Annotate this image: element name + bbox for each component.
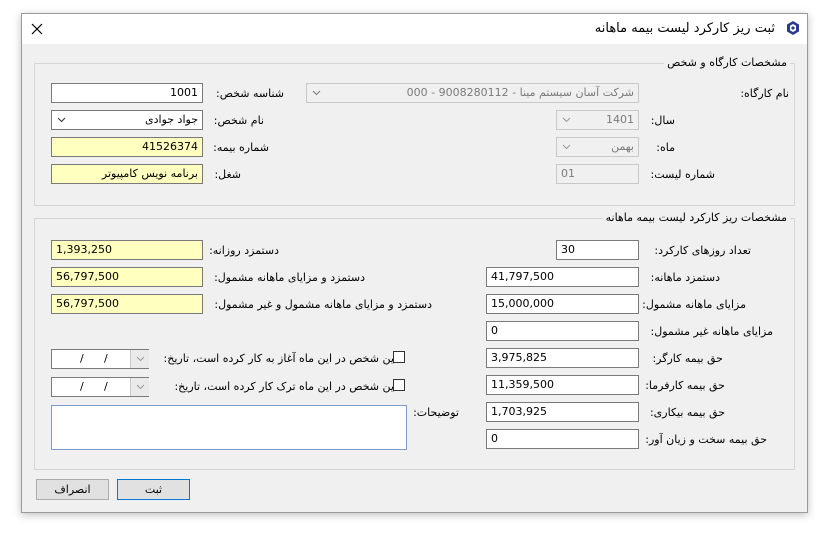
workshop-person-legend: مشخصات کارگاه و شخص xyxy=(664,56,790,69)
submit-button[interactable]: ثبت xyxy=(117,479,190,500)
end-date-picker[interactable]: / / xyxy=(51,377,149,397)
employer-share-label: حق بیمه کارفرما: xyxy=(645,379,725,392)
year-dropdown-arrow[interactable] xyxy=(557,111,575,129)
chevron-down-icon xyxy=(136,384,144,390)
wage-all-field[interactable]: 56,797,500 xyxy=(51,294,203,314)
workshop-name-label: نام کارگاه: xyxy=(740,87,789,100)
list-number-label: شماره لیست: xyxy=(650,168,716,181)
year-label: سال: xyxy=(650,114,675,127)
dialog-window: ثبت ریز کارکرد لیست بیمه ماهانه مشخصات ک… xyxy=(21,13,808,513)
chevron-down-icon xyxy=(136,356,144,362)
month-select[interactable]: بهمن xyxy=(556,137,639,157)
start-check-label: این شخص در این ماه آغاز به کار کرده است،… xyxy=(163,352,397,365)
window-title: ثبت ریز کارکرد لیست بیمه ماهانه xyxy=(594,21,775,36)
start-date-dropdown[interactable] xyxy=(130,350,149,368)
title-bar: ثبت ریز کارکرد لیست بیمه ماهانه xyxy=(22,14,807,44)
employer-share-field[interactable]: 11,359,500 xyxy=(486,375,639,395)
wage-all-label: دستمزد و مزایای ماهانه مشمول و غیر مشمول… xyxy=(214,298,432,311)
covered-benefits-label: مزایای ماهانه مشمول: xyxy=(642,298,746,311)
notes-textarea[interactable] xyxy=(51,405,407,450)
end-work-checkbox[interactable] xyxy=(393,379,405,391)
list-number-field[interactable]: 01 xyxy=(556,164,639,184)
insurance-number-field[interactable]: 41526374 xyxy=(51,137,203,157)
insurance-number-label: شماره بیمه: xyxy=(213,141,269,154)
person-name-label: نام شخص: xyxy=(213,114,264,127)
start-work-checkbox[interactable] xyxy=(393,351,405,363)
daily-wage-label: دستمزد روزانه: xyxy=(209,244,279,257)
person-dropdown-arrow[interactable] xyxy=(52,111,70,129)
covered-benefits-field[interactable]: 15,000,000 xyxy=(486,294,639,314)
unemployment-label: حق بیمه بیکاری: xyxy=(649,406,725,419)
work-days-field[interactable]: 30 xyxy=(556,240,639,260)
noncovered-benefits-field[interactable]: 0 xyxy=(486,321,639,341)
person-name-select[interactable]: جواد جوادی xyxy=(51,110,203,130)
month-dropdown-arrow[interactable] xyxy=(557,138,575,156)
close-button[interactable] xyxy=(22,14,52,44)
end-date-slash-1: / xyxy=(80,380,84,393)
end-date-dropdown[interactable] xyxy=(130,378,149,396)
details-legend: مشخصات ریز کارکرد لیست بیمه ماهانه xyxy=(602,211,790,224)
worker-share-label: حق بیمه کارگر: xyxy=(652,352,723,365)
daily-wage-field[interactable]: 1,393,250 xyxy=(51,240,203,260)
chevron-down-icon xyxy=(57,117,65,123)
person-name-value: جواد جوادی xyxy=(145,113,198,126)
hard-jobs-field[interactable]: 0 xyxy=(486,429,639,449)
job-label: شغل: xyxy=(214,168,241,181)
year-value: 1401 xyxy=(606,113,634,126)
month-label: ماه: xyxy=(656,141,675,154)
person-id-field[interactable]: 1001 xyxy=(51,83,203,103)
wage-covered-field[interactable]: 56,797,500 xyxy=(51,267,203,287)
workshop-dropdown-arrow[interactable] xyxy=(307,84,325,102)
chevron-down-icon xyxy=(312,90,320,96)
wage-covered-label: دستمزد و مزایای ماهانه مشمول: xyxy=(214,271,365,284)
month-value: بهمن xyxy=(611,140,634,153)
workshop-name-value: شرکت آسان سیستم مینا - 9008280112 - 000 xyxy=(406,86,634,99)
chevron-down-icon xyxy=(562,144,570,150)
hard-jobs-label: حق بیمه سخت و زیان آور: xyxy=(645,433,767,446)
start-date-slash-1: / xyxy=(80,352,84,365)
monthly-wage-label: دستمزد ماهانه: xyxy=(650,271,720,284)
work-days-label: تعداد روزهای کارکرد: xyxy=(654,244,751,257)
cancel-button[interactable]: انصراف xyxy=(36,479,109,500)
monthly-wage-field[interactable]: 41,797,500 xyxy=(486,267,639,287)
noncovered-benefits-label: مزایای ماهانه غیر مشمول: xyxy=(650,325,773,338)
app-logo-icon xyxy=(785,20,801,36)
unemployment-field[interactable]: 1,703,925 xyxy=(486,402,639,422)
start-date-picker[interactable]: / / xyxy=(51,349,149,369)
start-date-slash-2: / xyxy=(104,352,108,365)
worker-share-field[interactable]: 3,975,825 xyxy=(486,348,639,368)
end-date-slash-2: / xyxy=(104,380,108,393)
person-id-label: شناسه شخص: xyxy=(216,87,284,100)
job-field[interactable]: برنامه نویس کامپیوتر xyxy=(51,164,203,184)
end-check-label: این شخص در این ماه ترک کار کرده است، تار… xyxy=(174,380,397,393)
chevron-down-icon xyxy=(562,117,570,123)
year-select[interactable]: 1401 xyxy=(556,110,639,130)
workshop-name-select[interactable]: شرکت آسان سیستم مینا - 9008280112 - 000 xyxy=(306,83,639,103)
notes-label: توضیحات: xyxy=(413,406,459,419)
close-icon xyxy=(31,23,43,35)
